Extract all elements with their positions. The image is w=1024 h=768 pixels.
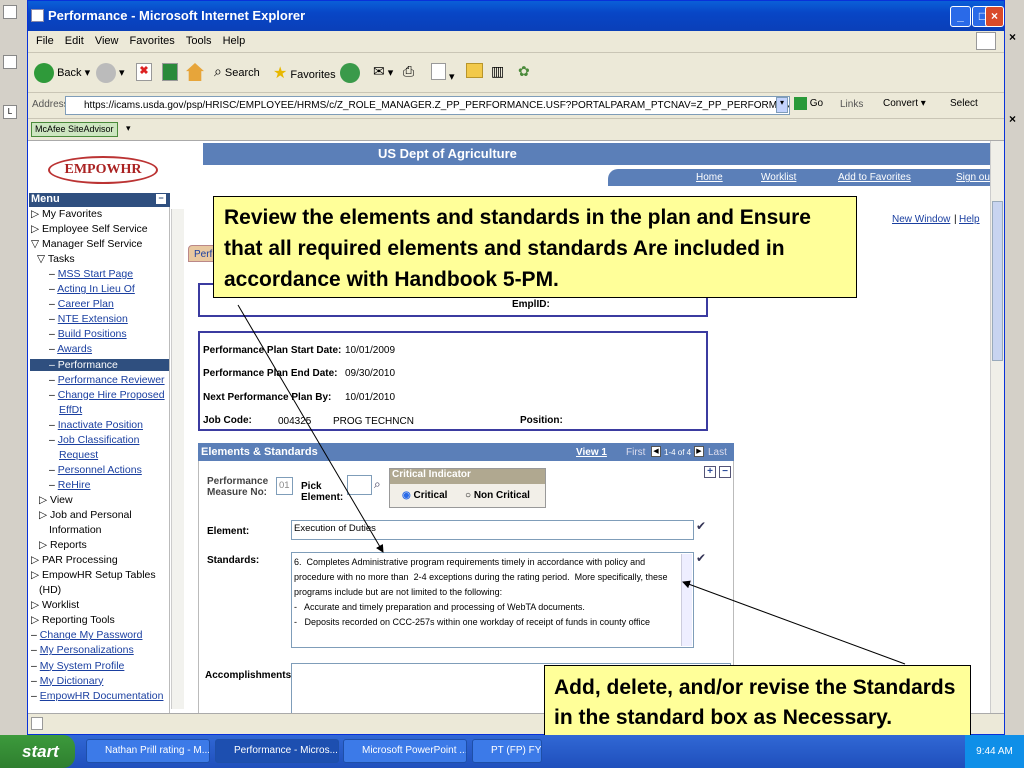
callout-arrows — [237, 304, 906, 665]
taskbar-item-outlook[interactable]: Nathan Prill rating - M... — [86, 739, 210, 763]
arrow-to-standards — [237, 304, 384, 553]
system-tray-clock: 9:44 AM — [965, 735, 1024, 768]
taskbar-item-pt[interactable]: PT (FP) FY10 — [472, 739, 542, 763]
start-button[interactable]: start — [0, 735, 75, 768]
taskbar-item-ie[interactable]: Performance - Micros... — [215, 739, 339, 763]
arrow-to-standards-box — [682, 580, 906, 665]
taskbar: start Nathan Prill rating - M... Perform… — [0, 735, 1024, 768]
taskbar-item-powerpoint[interactable]: Microsoft PowerPoint ... — [343, 739, 467, 763]
